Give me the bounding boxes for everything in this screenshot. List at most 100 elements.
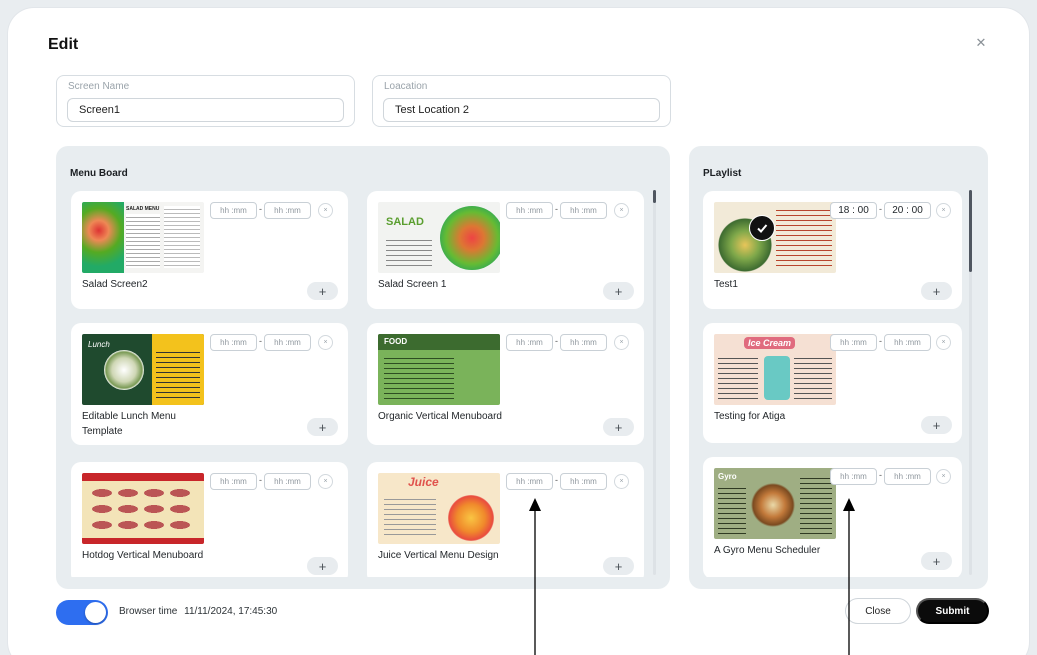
time-separator: -	[879, 336, 882, 346]
clear-time-button[interactable]: ×	[318, 203, 333, 218]
menu-item-name: Salad Screen2	[82, 279, 148, 290]
playlist-item-card[interactable]: Gyro A Gyro Menu Scheduler hh :mm - hh :mm × +	[703, 457, 962, 577]
playlist-item-card[interactable]: Test1 18 : 00-20 : 00 × +	[703, 191, 962, 309]
menu-item-thumbnail: SALAD	[378, 202, 500, 273]
start-time-input[interactable]: 18 : 00	[830, 202, 877, 219]
playlist-scroll-thumb[interactable]	[969, 190, 972, 272]
time-separator: -	[555, 475, 558, 485]
screen-name-group: Screen Name Screen1	[56, 75, 355, 127]
menu-item-thumbnail: SALAD MENU	[82, 202, 204, 273]
thumbnail-text: Gyro	[718, 472, 737, 481]
clear-time-button[interactable]: ×	[318, 474, 333, 489]
browser-time-label: Browser time	[119, 606, 178, 617]
menu-board-scrollbar[interactable]	[653, 190, 656, 575]
end-time-input[interactable]: hh :mm	[264, 334, 311, 351]
check-icon	[749, 215, 775, 241]
screen-name-label: Screen Name	[68, 81, 130, 92]
menu-board-title: Menu Board	[70, 168, 128, 179]
playlist-list: Test1 18 : 00 - 20 : 00 × + Ice Cream Testing f…	[689, 186, 988, 577]
add-button[interactable]: +	[307, 282, 338, 300]
add-button[interactable]: +	[921, 416, 952, 434]
menu-item-thumbnail: FOOD	[378, 334, 500, 405]
end-time-input[interactable]: hh :mm	[884, 468, 931, 485]
thumbnail-text: Lunch	[88, 340, 110, 349]
end-time-input[interactable]: hh :mm	[560, 202, 607, 219]
toggle-knob	[85, 602, 106, 623]
annotation-arrow-2	[843, 498, 855, 655]
thumbnail-text: FOOD	[384, 337, 408, 346]
clear-time-button[interactable]: ×	[936, 335, 951, 350]
annotation-arrow-1	[529, 498, 541, 655]
menu-item-card[interactable]: SALAD MENU Salad Screen2 hh :mm - hh :mm × +	[71, 191, 348, 309]
submit-button[interactable]: Submit	[916, 598, 989, 624]
menu-item-card[interactable]: FOOD Organic Vertical Menuboard hh :mm - hh …	[367, 323, 644, 445]
playlist-item-name: A Gyro Menu Scheduler	[714, 545, 821, 556]
browser-time: Browser time 11/11/2024, 17:45:30	[119, 606, 277, 617]
add-button[interactable]: +	[307, 418, 338, 436]
time-separator: -	[555, 336, 558, 346]
menu-item-name: Organic Vertical Menuboard	[378, 411, 502, 422]
browser-time-value: 11/11/2024, 17:45:30	[184, 606, 278, 617]
playlist-item-thumbnail: Gyro	[714, 468, 836, 539]
end-time-input[interactable]: hh :mm	[264, 202, 311, 219]
add-button[interactable]: +	[307, 557, 338, 575]
add-button[interactable]: +	[921, 282, 952, 300]
thumbnail-text: Ice Cream	[744, 337, 796, 349]
add-button[interactable]: +	[603, 418, 634, 436]
start-time-input[interactable]: hh :mm	[506, 202, 553, 219]
clear-time-button[interactable]: ×	[614, 474, 629, 489]
menu-item-card[interactable]: Lunch Editable Lunch Menu Template hh :mm -…	[71, 323, 348, 445]
end-time-input[interactable]: hh :mm	[560, 334, 607, 351]
end-time-input[interactable]: hh :mm	[560, 473, 607, 490]
menu-item-name: Editable Lunch Menu Template	[82, 411, 176, 437]
end-time-input[interactable]: 20 : 00	[884, 202, 931, 219]
start-time-input[interactable]: hh :mm	[830, 334, 877, 351]
browser-time-toggle[interactable]	[56, 600, 108, 625]
time-separator: -	[259, 204, 262, 214]
thumbnail-text: SALAD	[386, 216, 424, 228]
close-icon[interactable]: ✕	[974, 36, 988, 50]
add-button[interactable]: +	[603, 282, 634, 300]
playlist-item-name: Testing for Atiga	[714, 411, 786, 422]
menu-item-name: Salad Screen 1	[378, 279, 447, 290]
playlist-item-name: Test1	[714, 279, 738, 290]
start-time-input[interactable]: hh :mm	[830, 468, 877, 485]
playlist-item-thumbnail	[714, 202, 836, 273]
location-input[interactable]: Test Location 2	[383, 98, 660, 122]
clear-time-button[interactable]: ×	[614, 335, 629, 350]
screen-name-input[interactable]: Screen1	[67, 98, 344, 122]
location-label: Loacation	[384, 81, 428, 92]
add-button[interactable]: +	[921, 552, 952, 570]
end-time-input[interactable]: hh :mm	[884, 334, 931, 351]
modal-title: Edit	[48, 36, 79, 53]
add-button[interactable]: +	[603, 557, 634, 575]
menu-item-name: Hotdog Vertical Menuboard	[82, 550, 204, 561]
start-time-input[interactable]: hh :mm	[210, 473, 257, 490]
time-separator: -	[879, 470, 882, 480]
time-separator: -	[259, 475, 262, 485]
start-time-input[interactable]: hh :mm	[506, 473, 553, 490]
playlist-item-thumbnail: Ice Cream	[714, 334, 836, 405]
thumbnail-text: Juice	[408, 475, 439, 489]
end-time-input[interactable]: hh :mm	[264, 473, 311, 490]
start-time-input[interactable]: hh :mm	[506, 334, 553, 351]
clear-time-button[interactable]: ×	[936, 203, 951, 218]
menu-item-card[interactable]: Hotdog Vertical Menuboard hh :mm - hh :mm × +	[71, 462, 348, 577]
menu-item-card[interactable]: SALAD Salad Screen 1 hh :mm - hh :mm × +	[367, 191, 644, 309]
start-time-input[interactable]: hh :mm	[210, 334, 257, 351]
clear-time-button[interactable]: ×	[318, 335, 333, 350]
menu-item-thumbnail: Lunch	[82, 334, 204, 405]
menu-board-list: SALAD MENU Salad Screen2 hh :mm - hh :mm × + SA…	[56, 186, 670, 577]
location-group: Loacation Test Location 2	[372, 75, 671, 127]
clear-time-button[interactable]: ×	[936, 469, 951, 484]
thumbnail-text: SALAD MENU	[126, 206, 160, 212]
start-time-input[interactable]: hh :mm	[210, 202, 257, 219]
playlist-item-card[interactable]: Ice Cream Testing for Atiga hh :mm - hh :mm ×…	[703, 323, 962, 443]
menu-board-scroll-thumb[interactable]	[653, 190, 656, 203]
menu-item-name: Juice Vertical Menu Design	[378, 550, 499, 561]
clear-time-button[interactable]: ×	[614, 203, 629, 218]
playlist-title: PLaylist	[703, 168, 742, 179]
menu-item-thumbnail: Juice	[378, 473, 500, 544]
time-separator: -	[259, 336, 262, 346]
menu-item-card[interactable]: Juice Juice Vertical Menu Design hh :mm - hh…	[367, 462, 644, 577]
